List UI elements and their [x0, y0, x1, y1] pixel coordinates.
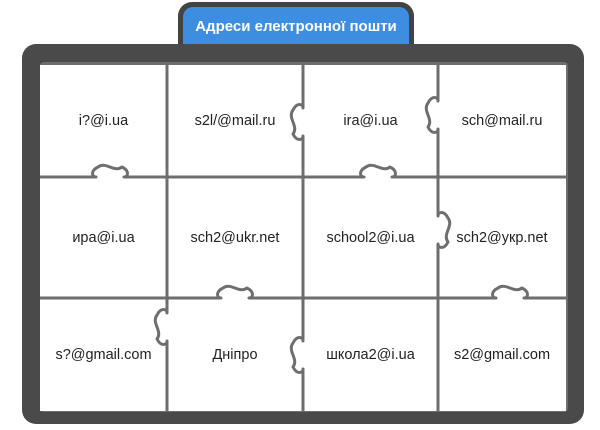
page-title: Адреси електронної пошти — [183, 7, 409, 48]
puzzle-tile-r2c4[interactable]: sch2@укр.net — [438, 177, 566, 298]
puzzle-tile-r2c2[interactable]: sch2@ukr.net — [167, 177, 303, 298]
puzzle-tile-r1c4[interactable]: sch@mail.ru — [438, 65, 566, 177]
puzzle-tile-r3c1[interactable]: s?@gmail.com — [40, 298, 167, 411]
puzzle-tile-r1c2[interactable]: s2l/@mail.ru — [167, 65, 303, 177]
puzzle-tile-r3c2[interactable]: Дніпро — [167, 298, 303, 411]
puzzle-tile-r2c1[interactable]: ира@i.ua — [40, 177, 167, 298]
title-tab: Адреси електронної пошти — [178, 2, 414, 48]
puzzle-tile-r1c3[interactable]: ira@i.ua — [303, 65, 438, 177]
puzzle-tile-r2c3[interactable]: school2@i.ua — [303, 177, 438, 298]
puzzle-tile-r1c1[interactable]: i?@i.ua — [40, 65, 167, 177]
puzzle-tile-r3c4[interactable]: s2@gmail.com — [438, 298, 566, 411]
puzzle-tile-r3c3[interactable]: школа2@i.ua — [303, 298, 438, 411]
